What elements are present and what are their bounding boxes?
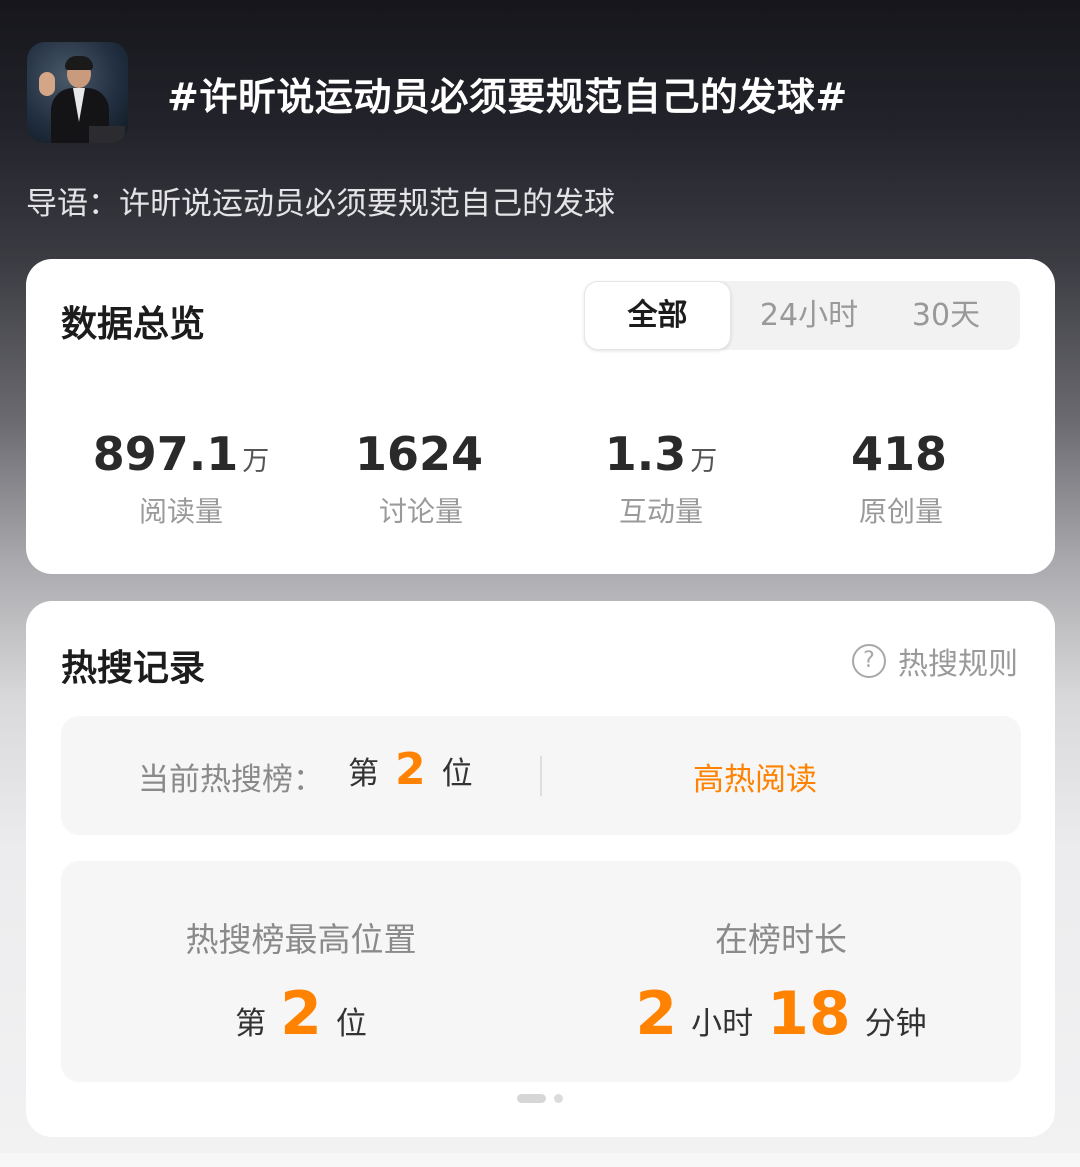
data-overview-card: 数据总览 全部 24小时 30天 897.1 万 阅读量 1624 讨论量 1.3… bbox=[26, 259, 1055, 574]
high-heat-reading-link[interactable]: 高热阅读 bbox=[693, 754, 817, 799]
hot-search-rules-link[interactable]: ? 热搜规则 bbox=[852, 640, 1018, 682]
time-range-tabs: 全部 24小时 30天 bbox=[584, 281, 1020, 350]
hot-search-record-card: 热搜记录 ? 热搜规则 当前热搜榜： 第 2 位 高热阅读 热搜榜最高位置 第 … bbox=[26, 601, 1055, 1137]
best-position-prefix: 第 bbox=[235, 1006, 267, 1042]
hot-record-title: 热搜记录 bbox=[61, 648, 206, 689]
current-rank-label: 当前热搜榜： bbox=[138, 762, 324, 798]
stat-discussions: 1624 讨论量 bbox=[301, 424, 541, 532]
stat-originals: 418 原创量 bbox=[781, 424, 1021, 532]
current-rank-position: 第 2 位 bbox=[348, 744, 473, 795]
next-card-edge bbox=[0, 1153, 1080, 1167]
avatar-figure-hand bbox=[39, 72, 55, 96]
current-rank-prefix: 第 bbox=[348, 756, 379, 792]
stat-discussions-label: 讨论量 bbox=[378, 495, 463, 528]
tab-all[interactable]: 全部 bbox=[584, 281, 731, 350]
page-indicator-dot bbox=[554, 1094, 563, 1103]
topic-header: #许昕说运动员必须要规范自己的发球# 导语：许昕说运动员必须要规范自己的发球 bbox=[0, 0, 1080, 250]
page-indicator bbox=[517, 1094, 563, 1103]
rank-divider bbox=[540, 756, 542, 796]
avatar-podium bbox=[89, 126, 125, 143]
best-position-value: 第 2 位 bbox=[61, 979, 541, 1049]
stat-discussions-value: 1624 bbox=[354, 427, 484, 481]
page-indicator-active bbox=[517, 1094, 546, 1103]
stat-reads-label: 阅读量 bbox=[138, 495, 223, 528]
overview-title: 数据总览 bbox=[61, 304, 206, 345]
duration-column: 在榜时长 2 小时 18 分钟 bbox=[541, 861, 1021, 1082]
duration-hours-unit: 小时 bbox=[691, 1006, 754, 1042]
topic-intro: 导语：许昕说运动员必须要规范自己的发球 bbox=[26, 186, 615, 222]
stat-originals-value: 418 bbox=[850, 427, 948, 481]
duration-title: 在榜时长 bbox=[715, 920, 847, 959]
best-rank-panel: 热搜榜最高位置 第 2 位 在榜时长 2 小时 18 分钟 bbox=[61, 861, 1021, 1082]
stat-interactions-value: 1.3 bbox=[604, 427, 687, 481]
best-position-column: 热搜榜最高位置 第 2 位 bbox=[61, 861, 541, 1082]
duration-minutes: 18 bbox=[767, 979, 851, 1049]
topic-avatar[interactable] bbox=[27, 42, 128, 143]
stat-reads: 897.1 万 阅读量 bbox=[61, 424, 301, 532]
best-position-title: 热搜榜最高位置 bbox=[185, 920, 417, 959]
stat-interactions: 1.3 万 互动量 bbox=[541, 424, 781, 532]
duration-value: 2 小时 18 分钟 bbox=[541, 979, 1021, 1049]
hot-search-rules-label: 热搜规则 bbox=[898, 647, 1018, 682]
duration-hours: 2 bbox=[635, 979, 678, 1049]
best-position-suffix: 位 bbox=[335, 1006, 367, 1042]
question-icon: ? bbox=[852, 644, 886, 678]
stat-interactions-label: 互动量 bbox=[618, 495, 703, 528]
best-position-rank: 2 bbox=[280, 979, 322, 1049]
stat-originals-label: 原创量 bbox=[858, 495, 943, 528]
current-rank-suffix: 位 bbox=[441, 756, 473, 792]
stat-interactions-unit: 万 bbox=[690, 446, 718, 477]
current-rank-panel: 当前热搜榜： 第 2 位 高热阅读 bbox=[61, 716, 1021, 835]
avatar-figure-hair bbox=[65, 56, 93, 70]
stat-reads-value: 897.1 bbox=[92, 427, 239, 481]
topic-title: #许昕说运动员必须要规范自己的发球# bbox=[167, 75, 848, 119]
stat-reads-unit: 万 bbox=[242, 446, 270, 477]
current-rank-value: 2 bbox=[395, 744, 426, 795]
tab-30-days[interactable]: 30天 bbox=[876, 281, 1016, 350]
tab-24-hours[interactable]: 24小时 bbox=[734, 281, 884, 350]
duration-minutes-unit: 分钟 bbox=[864, 1006, 927, 1042]
